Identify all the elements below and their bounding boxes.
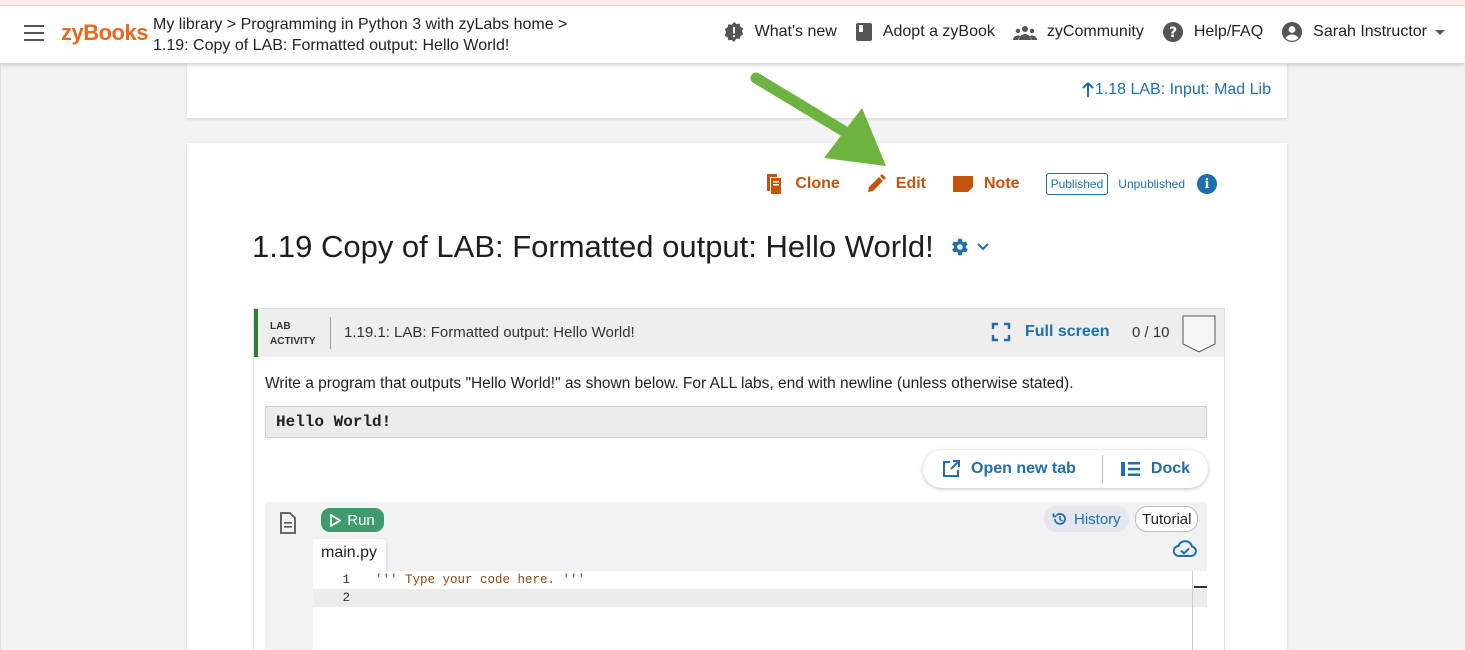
lab-activity-tag: LAB ACTIVITY xyxy=(270,319,316,349)
edit-icon xyxy=(867,174,886,192)
arrow-up-icon xyxy=(1082,82,1094,97)
note-icon xyxy=(953,176,973,192)
community-icon xyxy=(1012,26,1037,40)
adopt-label: Adopt a zyBook xyxy=(882,23,995,40)
adopt-link[interactable]: Adopt a zyBook xyxy=(855,22,995,42)
breadcrumb: My library > Programming in Python 3 wit… xyxy=(153,14,567,56)
open-new-tab-label: Open new tab xyxy=(971,460,1076,477)
community-label: zyCommunity xyxy=(1046,23,1144,40)
user-name: Sarah Instructor xyxy=(1313,23,1427,40)
help-label: Help/FAQ xyxy=(1193,23,1264,40)
lab-activity: LAB ACTIVITY 1.19.1: LAB: Formatted outp… xyxy=(253,308,1225,650)
chevron-down-icon xyxy=(1435,29,1445,35)
note-button[interactable]: Note xyxy=(952,175,1020,193)
lab-header-divider xyxy=(330,317,331,349)
previous-section-link[interactable]: 1.18 LAB: Input: Mad Lib xyxy=(1081,81,1271,99)
editor-scrollbar[interactable] xyxy=(1192,571,1193,650)
dock-button[interactable]: Dock xyxy=(1120,460,1191,478)
menu-icon[interactable] xyxy=(24,25,44,41)
left-divider xyxy=(0,63,1,650)
line-number: 1 xyxy=(342,573,350,587)
code-editor[interactable]: 1 ''' Type your code here. ''' 2 xyxy=(313,571,1207,650)
dock-icon xyxy=(1120,462,1140,476)
run-label: Run xyxy=(347,511,375,529)
file-icon[interactable] xyxy=(279,512,297,534)
lab-tag-line-1: LAB xyxy=(270,321,291,332)
history-button[interactable]: History xyxy=(1044,506,1129,532)
top-nav: What's new Adopt a zyBook zyCommunity ? … xyxy=(705,21,1445,43)
gear-icon xyxy=(951,238,968,256)
edit-button[interactable]: Edit xyxy=(866,174,926,194)
code-ide: Run History Tutorial main.py 1 ''' Type … xyxy=(265,502,1207,650)
fullscreen-icon xyxy=(991,322,1011,342)
tutorial-button[interactable]: Tutorial xyxy=(1135,506,1199,532)
history-icon xyxy=(1052,513,1066,525)
section-toolbar: Clone Edit Note Published Unpublished i xyxy=(765,173,1217,195)
page-title: 1.19 Copy of LAB: Formatted output: Hell… xyxy=(252,229,934,264)
section-settings-menu[interactable] xyxy=(948,236,990,258)
previous-section-card: 1.18 LAB: Input: Mad Lib xyxy=(187,63,1287,118)
code-text: ''' Type your code here. ''' xyxy=(375,573,586,587)
play-icon xyxy=(330,513,342,527)
whats-new-icon xyxy=(724,21,743,43)
top-header: zyBooks My library > Programming in Pyth… xyxy=(0,6,1465,63)
edit-label: Edit xyxy=(895,175,926,192)
open-new-tab-icon xyxy=(943,460,960,477)
full-screen-label: Full screen xyxy=(1025,323,1110,340)
ide-actions-pill: Open new tab Dock xyxy=(923,450,1208,488)
lab-activity-header: LAB ACTIVITY 1.19.1: LAB: Formatted outp… xyxy=(254,309,1224,357)
breadcrumb-line-2[interactable]: 1.19: Copy of LAB: Formatted output: Hel… xyxy=(153,35,567,56)
lab-activity-name: 1.19.1: LAB: Formatted output: Hello Wor… xyxy=(344,324,635,341)
open-new-tab-button[interactable]: Open new tab xyxy=(941,459,1076,479)
whats-new-label: What's new xyxy=(754,23,837,40)
help-icon: ? xyxy=(1162,22,1183,42)
dock-label: Dock xyxy=(1150,460,1191,477)
pill-divider xyxy=(1101,455,1103,483)
editor-overview-marker xyxy=(1194,586,1207,588)
expected-output: Hello World! xyxy=(265,406,1207,438)
unpublished-toggle[interactable]: Unpublished xyxy=(1118,177,1185,191)
published-toggle[interactable]: Published xyxy=(1045,173,1109,195)
file-tab-main[interactable]: main.py xyxy=(313,539,386,571)
account-icon xyxy=(1282,22,1303,42)
zybooks-logo[interactable]: zyBooks xyxy=(61,20,148,46)
info-icon[interactable]: i xyxy=(1197,174,1217,194)
previous-section-label: 1.18 LAB: Input: Mad Lib xyxy=(1094,81,1271,98)
note-label: Note xyxy=(984,175,1020,192)
run-button[interactable]: Run xyxy=(321,508,384,532)
clone-icon xyxy=(767,174,782,194)
cloud-sync-icon[interactable] xyxy=(1173,540,1197,558)
whats-new-link[interactable]: What's new xyxy=(723,21,837,43)
line-number: 2 xyxy=(342,591,350,605)
lab-tag-line-2: ACTIVITY xyxy=(270,336,316,347)
chevron-down-icon xyxy=(977,243,989,251)
svg-text:?: ? xyxy=(1169,25,1177,41)
code-line: 1 ''' Type your code here. ''' xyxy=(313,571,1207,589)
community-link[interactable]: zyCommunity xyxy=(1012,23,1144,41)
completion-badge-icon xyxy=(1182,315,1216,353)
clone-label: Clone xyxy=(795,175,840,192)
user-menu[interactable]: Sarah Instructor xyxy=(1281,21,1445,43)
clone-button[interactable]: Clone xyxy=(765,173,840,195)
breadcrumb-line-1[interactable]: My library > Programming in Python 3 wit… xyxy=(153,14,567,35)
help-link[interactable]: ? Help/FAQ xyxy=(1162,21,1263,43)
lab-instructions: Write a program that outputs "Hello Worl… xyxy=(265,375,1074,392)
section-title-row: 1.19 Copy of LAB: Formatted output: Hell… xyxy=(252,229,990,265)
lab-score: 0 / 10 xyxy=(1132,324,1170,341)
book-icon xyxy=(855,23,872,41)
code-line-active: 2 xyxy=(313,589,1207,607)
full-screen-button[interactable]: Full screen xyxy=(991,322,1109,342)
history-label: History xyxy=(1074,510,1121,528)
section-card: Clone Edit Note Published Unpublished i … xyxy=(187,143,1287,650)
